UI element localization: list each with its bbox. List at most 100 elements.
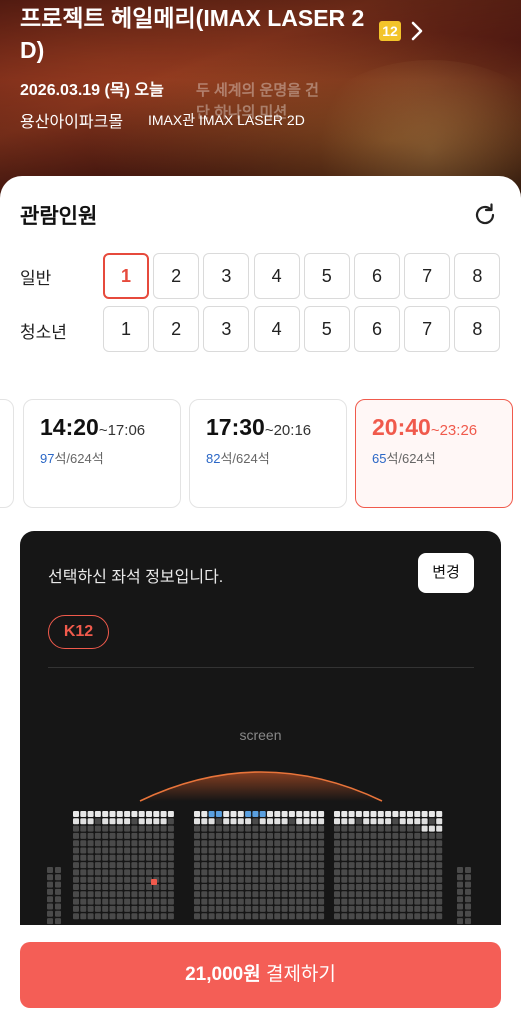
seat	[296, 876, 303, 883]
seat	[421, 825, 428, 832]
seat	[194, 876, 200, 883]
seat	[348, 854, 355, 861]
count-button-youth-2[interactable]: 2	[153, 306, 200, 352]
count-button-general-3[interactable]: 3	[203, 253, 250, 299]
seat	[318, 854, 325, 861]
seat	[153, 905, 160, 912]
seat	[252, 840, 259, 847]
count-button-youth-6[interactable]: 6	[354, 306, 400, 352]
seat	[153, 847, 160, 854]
seat	[245, 898, 252, 905]
seat	[153, 854, 160, 861]
seat	[303, 847, 310, 854]
seat	[385, 876, 392, 883]
seat	[245, 905, 252, 912]
seat	[399, 891, 406, 898]
seat	[47, 874, 53, 881]
seat	[310, 854, 317, 861]
seat	[80, 847, 87, 854]
seat	[377, 898, 384, 905]
seat	[94, 840, 101, 847]
seat	[407, 884, 413, 890]
seat	[392, 811, 399, 817]
seat	[167, 862, 174, 869]
count-button-general-2[interactable]: 2	[153, 253, 200, 299]
seat	[348, 905, 355, 912]
refresh-icon[interactable]	[472, 202, 498, 228]
seat	[131, 854, 138, 861]
seat	[303, 905, 310, 912]
seat	[296, 898, 303, 905]
available-seats: 65	[372, 451, 387, 466]
seat	[80, 898, 87, 905]
count-button-general-7[interactable]: 7	[404, 253, 451, 299]
seat	[194, 811, 200, 817]
count-button-youth-4[interactable]: 4	[253, 306, 300, 352]
seat	[116, 832, 123, 839]
showtime-card[interactable]: 20:40~23:26 65석/624석	[355, 399, 513, 508]
seat	[167, 898, 174, 905]
seat	[146, 825, 152, 832]
seat	[414, 847, 421, 854]
seat	[116, 876, 123, 883]
seat	[223, 869, 230, 876]
count-button-youth-1[interactable]: 1	[103, 306, 149, 352]
seat	[377, 811, 384, 817]
seat	[457, 903, 463, 910]
count-button-youth-7[interactable]: 7	[404, 306, 451, 352]
seat	[73, 891, 79, 898]
seat	[370, 847, 377, 854]
seat	[208, 847, 215, 854]
showtime-card[interactable]: 17:30~20:16 82석/624석	[189, 399, 347, 508]
seat	[146, 869, 152, 876]
seat	[288, 818, 295, 825]
count-button-general-8[interactable]: 8	[454, 253, 501, 299]
seat	[334, 811, 340, 817]
seat	[281, 862, 288, 869]
showtime-start: 20:40~23:26	[372, 414, 478, 440]
seat	[288, 840, 295, 847]
seat	[377, 854, 384, 861]
seat	[109, 898, 116, 905]
showtime-seats: 82석/624석	[206, 448, 270, 467]
seat	[109, 825, 116, 832]
seat	[310, 832, 317, 839]
count-button-youth-8[interactable]: 8	[454, 306, 501, 352]
showtime-card[interactable]: 14:20~17:06 97석/624석	[23, 399, 181, 508]
seat	[201, 905, 208, 912]
change-seat-button[interactable]: 변경	[418, 553, 474, 593]
seat	[102, 913, 109, 920]
seat	[281, 847, 288, 854]
seat	[428, 847, 435, 854]
seat	[223, 832, 230, 839]
seat	[355, 869, 362, 876]
chevron-right-icon[interactable]	[410, 20, 424, 42]
seat	[363, 811, 370, 817]
seat	[167, 891, 174, 898]
seat	[208, 884, 215, 890]
pay-button[interactable]: 21,000원 결제하기	[20, 942, 501, 1008]
showtime-card-previous[interactable]	[0, 399, 14, 508]
seat	[318, 862, 325, 869]
seat	[131, 891, 138, 898]
seat	[194, 854, 200, 861]
count-button-general-4[interactable]: 4	[253, 253, 300, 299]
seat	[73, 869, 79, 876]
seat	[215, 869, 222, 876]
seat	[281, 891, 288, 898]
seat	[109, 884, 116, 890]
seat	[303, 854, 310, 861]
seat	[436, 905, 443, 912]
count-button-youth-3[interactable]: 3	[203, 306, 250, 352]
screen-arc	[139, 771, 383, 802]
count-button-youth-5[interactable]: 5	[303, 306, 350, 352]
count-button-general-6[interactable]: 6	[354, 253, 400, 299]
count-button-general-5[interactable]: 5	[303, 253, 350, 299]
seat	[55, 918, 61, 925]
seat	[363, 854, 370, 861]
count-button-general-1[interactable]: 1	[103, 253, 149, 299]
seat	[80, 818, 87, 825]
seat	[138, 818, 145, 825]
seat	[94, 854, 101, 861]
seat	[436, 811, 443, 817]
